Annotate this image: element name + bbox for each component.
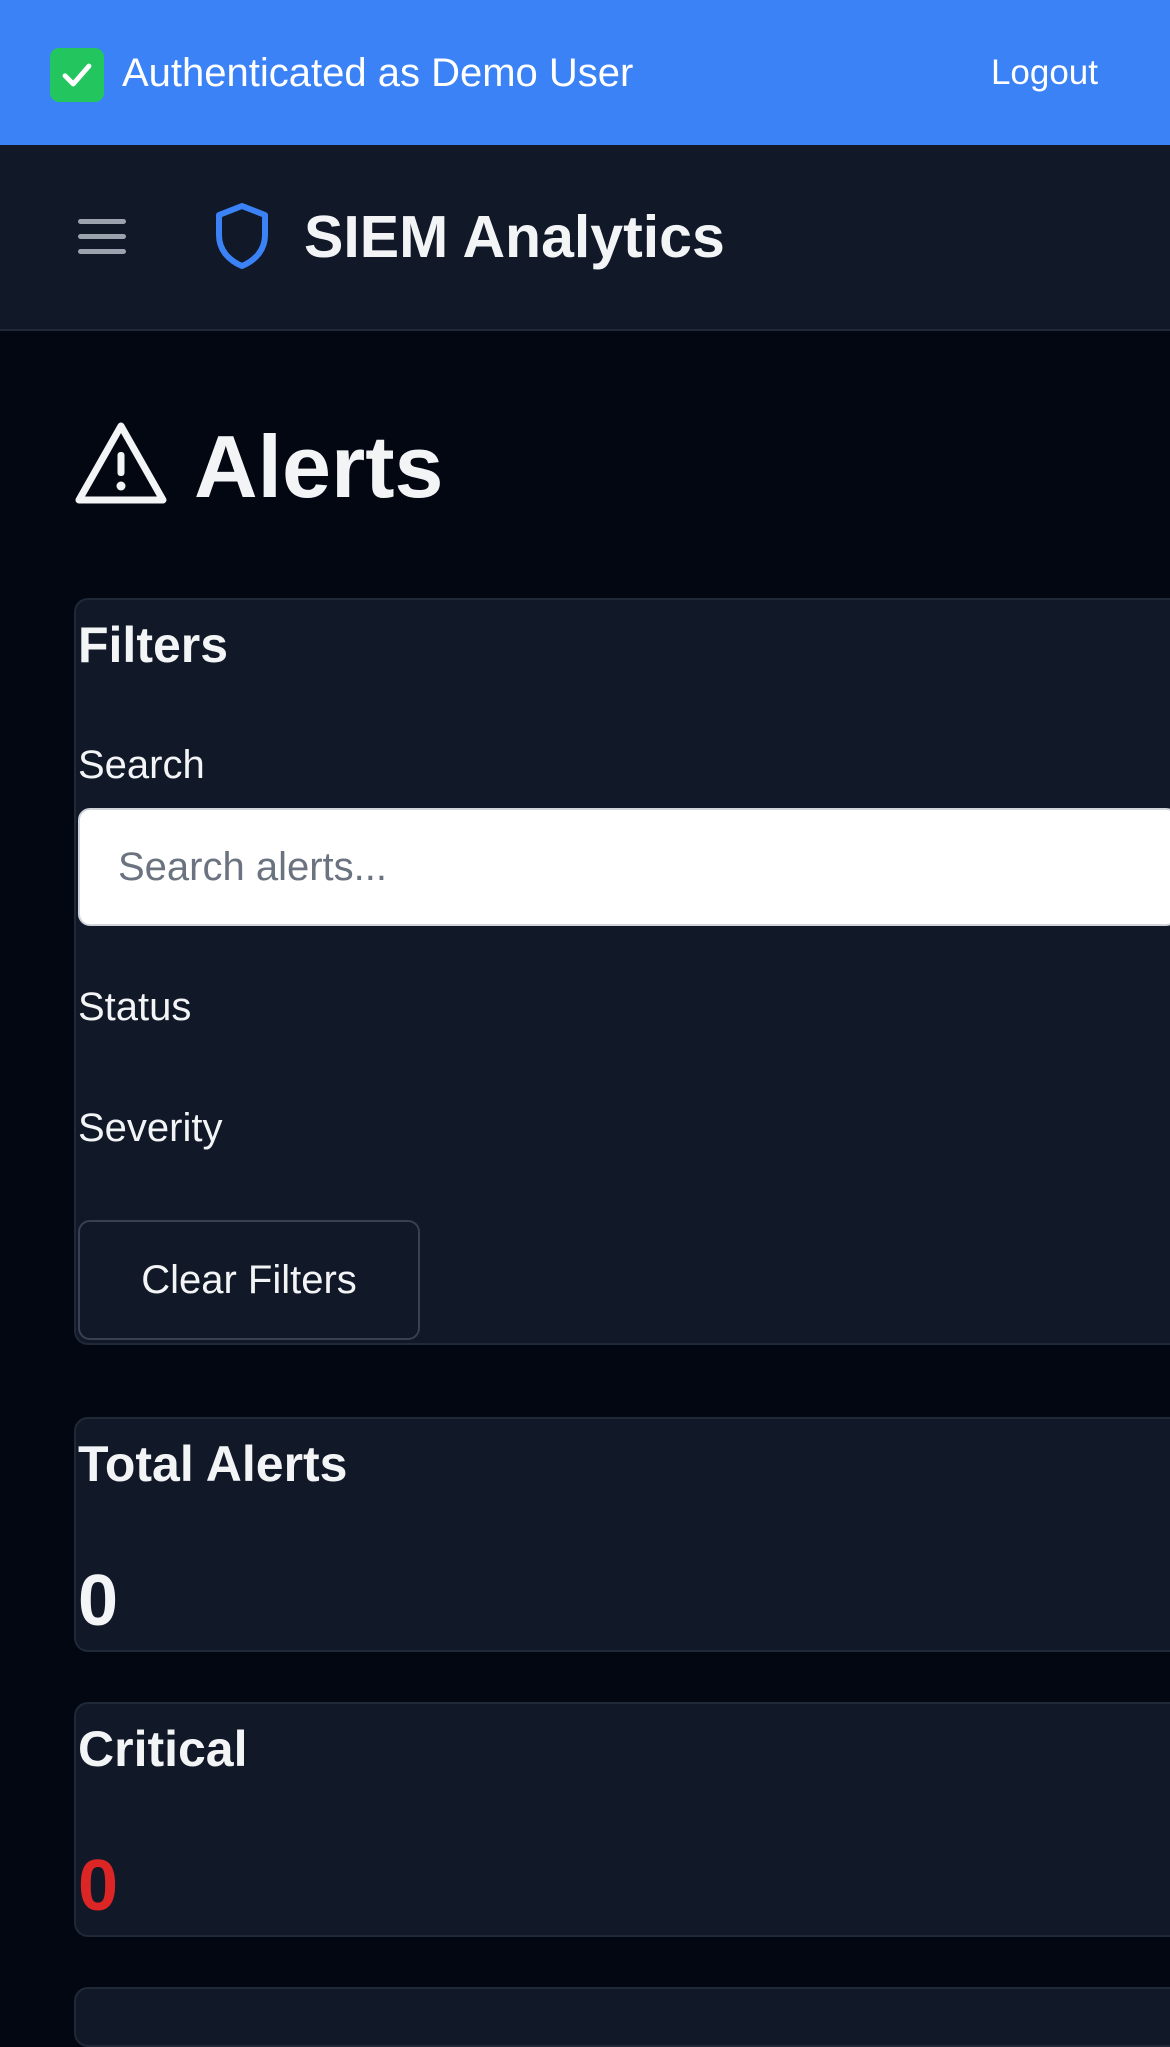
total-alerts-count: 0 bbox=[78, 1561, 119, 1641]
auth-status-text: Authenticated as Demo User bbox=[122, 51, 634, 95]
search-label: Search bbox=[78, 743, 205, 787]
critical-alerts-count: 0 bbox=[78, 1846, 119, 1926]
page-title: Alerts bbox=[194, 417, 444, 516]
logout-button[interactable]: Logout bbox=[991, 48, 1098, 98]
critical-alerts-label: Critical bbox=[78, 1721, 248, 1777]
auth-banner: Authenticated as Demo User Logout bbox=[0, 0, 1170, 145]
critical-alerts-card: Critical 0 bbox=[74, 1702, 1170, 1937]
app-brand-name[interactable]: SIEM Analytics bbox=[304, 201, 725, 273]
next-stat-card bbox=[74, 1987, 1170, 2047]
total-alerts-label: Total Alerts bbox=[78, 1436, 348, 1492]
shield-icon bbox=[212, 201, 272, 271]
status-label: Status bbox=[78, 985, 192, 1029]
top-navbar: SIEM Analytics bbox=[0, 145, 1170, 331]
check-mark-icon bbox=[50, 48, 104, 102]
warning-triangle-icon bbox=[74, 420, 168, 506]
hamburger-menu-icon[interactable] bbox=[76, 215, 130, 259]
clear-filters-button[interactable]: Clear Filters bbox=[78, 1220, 420, 1340]
total-alerts-card: Total Alerts 0 bbox=[74, 1417, 1170, 1652]
search-input[interactable] bbox=[78, 808, 1170, 926]
filters-title: Filters bbox=[78, 617, 229, 673]
severity-label: Severity bbox=[78, 1106, 223, 1150]
filters-card: Filters Search Status Severity Clear Fil… bbox=[74, 598, 1170, 1345]
